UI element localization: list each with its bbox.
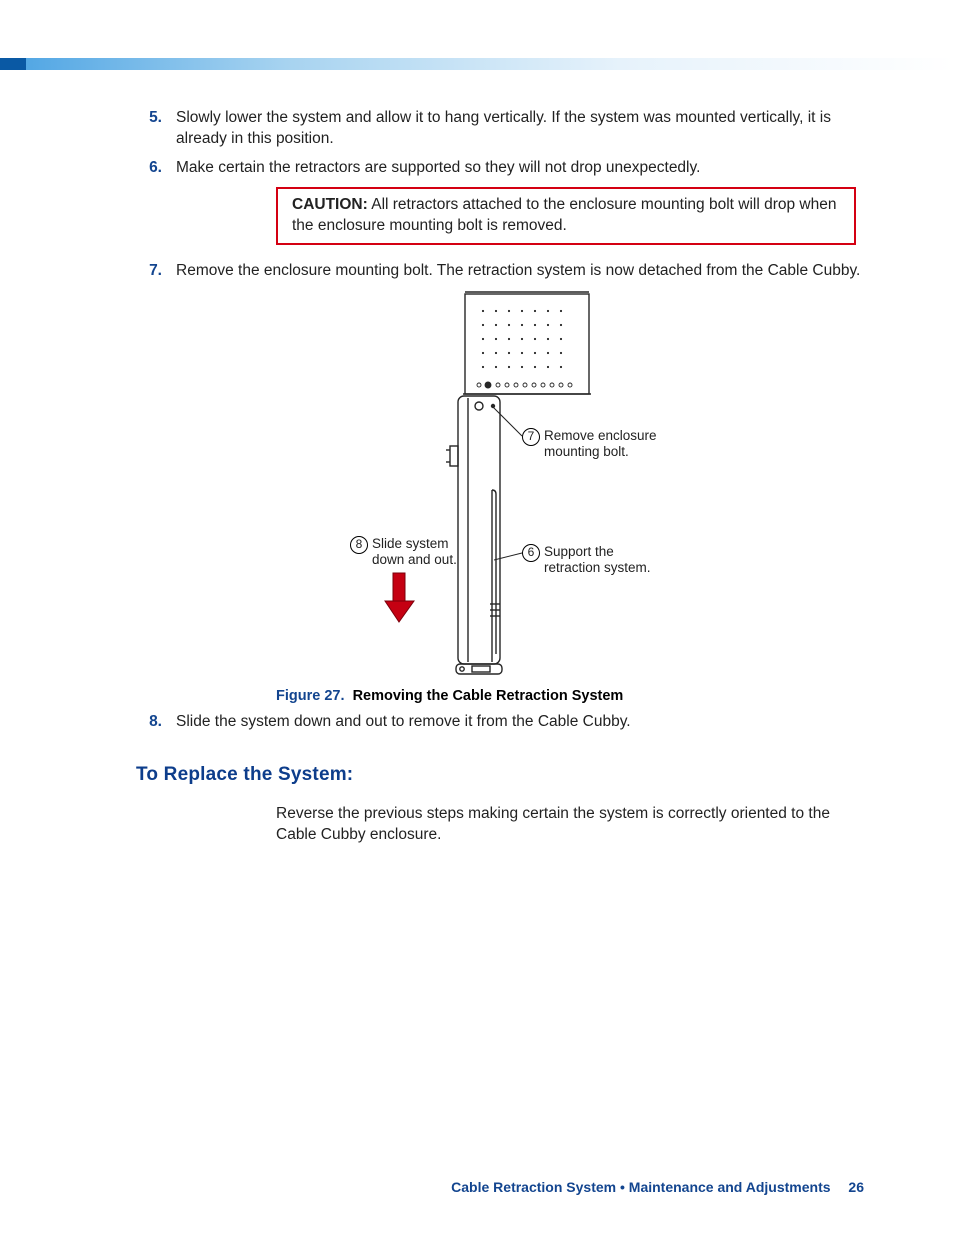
step-text: Slide the system down and out to remove …	[176, 712, 864, 733]
callout-7: 7 Remove enclosure mounting bolt.	[522, 428, 672, 462]
step-number: 6.	[140, 158, 162, 179]
step-7: 7. Remove the enclosure mounting bolt. T…	[140, 261, 864, 282]
step-number: 7.	[140, 261, 162, 282]
ordered-steps: 5. Slowly lower the system and allow it …	[140, 108, 864, 179]
callout-num-icon: 8	[350, 536, 368, 554]
ordered-steps-continued: 7. Remove the enclosure mounting bolt. T…	[140, 261, 864, 282]
figure-caption: Figure 27. Removing the Cable Retraction…	[276, 688, 864, 704]
step-5: 5. Slowly lower the system and allow it …	[140, 108, 864, 150]
callout-8: 8 Slide system down and out.	[350, 536, 460, 570]
step-6: 6. Make certain the retractors are suppo…	[140, 158, 864, 179]
step-number: 5.	[140, 108, 162, 150]
page-footer: Cable Retraction System • Maintenance an…	[451, 1179, 864, 1195]
diagram-svg	[200, 290, 840, 682]
callout-text: Slide system down and out.	[372, 536, 460, 570]
page-content: 5. Slowly lower the system and allow it …	[0, 108, 954, 846]
step-text: Make certain the retractors are supporte…	[176, 158, 864, 179]
step-text: Slowly lower the system and allow it to …	[176, 108, 864, 150]
callout-num-icon: 6	[522, 544, 540, 562]
figure-number: Figure 27.	[276, 688, 345, 704]
header-gradient-bar	[0, 58, 954, 70]
caution-text: All retractors attached to the enclosure…	[292, 196, 836, 234]
ordered-steps-final: 8. Slide the system down and out to remo…	[140, 712, 864, 733]
callout-num-icon: 7	[522, 428, 540, 446]
section-body: Reverse the previous steps making certai…	[276, 804, 864, 846]
caution-box: CAUTION: All retractors attached to the …	[276, 187, 856, 245]
step-number: 8.	[140, 712, 162, 733]
callout-text: Support the retraction system.	[544, 544, 662, 578]
page-number: 26	[848, 1179, 864, 1195]
caution-label: CAUTION:	[292, 196, 368, 213]
footer-text: Cable Retraction System • Maintenance an…	[451, 1179, 830, 1195]
figure-27: 7 Remove enclosure mounting bolt. 6 Supp…	[200, 290, 840, 682]
callout-text: Remove enclosure mounting bolt.	[544, 428, 672, 462]
step-text: Remove the enclosure mounting bolt. The …	[176, 261, 864, 282]
section-heading: To Replace the System:	[136, 764, 864, 786]
step-8: 8. Slide the system down and out to remo…	[140, 712, 864, 733]
callout-6: 6 Support the retraction system.	[522, 544, 662, 578]
figure-title: Removing the Cable Retraction System	[353, 688, 624, 704]
